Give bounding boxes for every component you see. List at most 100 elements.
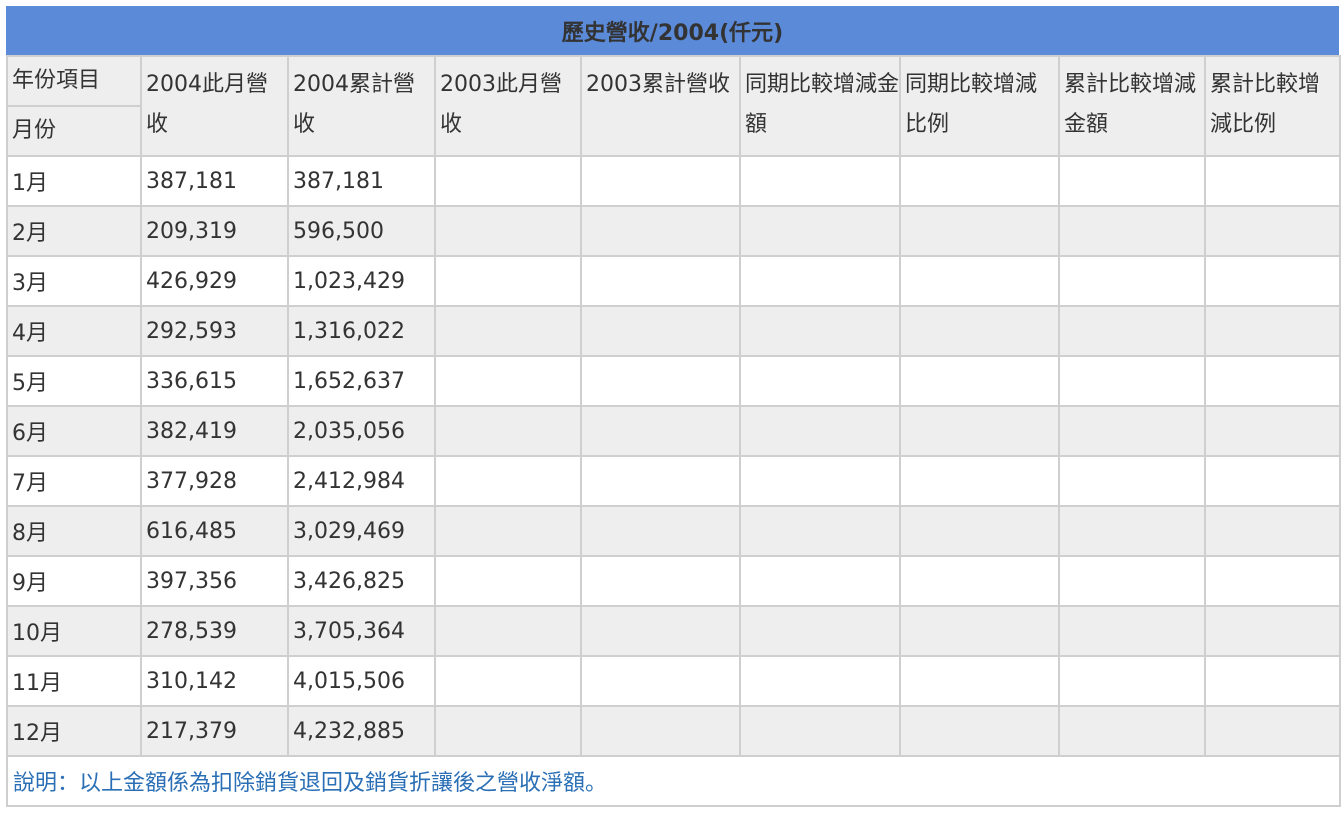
cell-cum-amount [1058, 655, 1206, 707]
cell-cum-amount [1058, 705, 1206, 757]
cell-cum-2004: 4,232,885 [287, 705, 436, 757]
cell-cum-ratio [1204, 455, 1341, 507]
cell-month: 6月 [6, 405, 142, 457]
cell-yoy-ratio [899, 555, 1060, 607]
cell-cum-2003 [580, 555, 741, 607]
table-row: 4月 292,593 1,316,022 [6, 305, 1341, 357]
cell-rev-2004: 426,929 [140, 255, 289, 307]
cell-cum-ratio [1204, 305, 1341, 357]
cell-rev-2004: 217,379 [140, 705, 289, 757]
cell-yoy-ratio [899, 305, 1060, 357]
cell-yoy-ratio [899, 405, 1060, 457]
cell-rev-2003 [434, 255, 582, 307]
cell-rev-2004: 336,615 [140, 355, 289, 407]
table-row: 10月 278,539 3,705,364 [6, 605, 1341, 657]
cell-cum-amount [1058, 205, 1206, 257]
cell-cum-2004: 3,705,364 [287, 605, 436, 657]
corner-header: 年份項目 月份 [6, 55, 142, 157]
revenue-history-panel: 歷史營收/2004(仟元) 年份項目 月份 2004此月營收 2004累計營收 … [6, 6, 1341, 807]
cell-cum-2003 [580, 655, 741, 707]
cell-rev-2004: 310,142 [140, 655, 289, 707]
cell-yoy-ratio [899, 455, 1060, 507]
cell-cum-2003 [580, 455, 741, 507]
col-header-rev-2004: 2004此月營收 [140, 55, 289, 157]
cell-rev-2004: 397,356 [140, 555, 289, 607]
cell-yoy-ratio [899, 255, 1060, 307]
cell-yoy-amount [739, 605, 901, 657]
cell-cum-2003 [580, 605, 741, 657]
cell-cum-2004: 3,426,825 [287, 555, 436, 607]
col-header-cum-amount: 累計比較增減金額 [1058, 55, 1206, 157]
table-row: 8月 616,485 3,029,469 [6, 505, 1341, 557]
cell-rev-2003 [434, 555, 582, 607]
cell-rev-2004: 292,593 [140, 305, 289, 357]
cell-yoy-amount [739, 505, 901, 557]
cell-rev-2004: 616,485 [140, 505, 289, 557]
table-row: 11月 310,142 4,015,506 [6, 655, 1341, 707]
footnote-row: 說明：以上金額係為扣除銷貨退回及銷貨折讓後之營收淨額。 [6, 755, 1341, 807]
cell-cum-2004: 387,181 [287, 155, 436, 207]
table-row: 5月 336,615 1,652,637 [6, 355, 1341, 407]
cell-yoy-ratio [899, 505, 1060, 557]
cell-cum-amount [1058, 405, 1206, 457]
cell-rev-2003 [434, 505, 582, 557]
cell-cum-2004: 596,500 [287, 205, 436, 257]
cell-rev-2003 [434, 305, 582, 357]
cell-month: 11月 [6, 655, 142, 707]
header-row: 年份項目 月份 2004此月營收 2004累計營收 2003此月營收 2003累… [6, 55, 1341, 157]
cell-cum-2003 [580, 205, 741, 257]
cell-cum-2003 [580, 355, 741, 407]
cell-rev-2004: 377,928 [140, 455, 289, 507]
cell-yoy-amount [739, 455, 901, 507]
cell-cum-2003 [580, 705, 741, 757]
cell-cum-amount [1058, 605, 1206, 657]
cell-cum-ratio [1204, 405, 1341, 457]
revenue-table: 年份項目 月份 2004此月營收 2004累計營收 2003此月營收 2003累… [6, 55, 1341, 807]
cell-cum-ratio [1204, 605, 1341, 657]
cell-cum-2004: 3,029,469 [287, 505, 436, 557]
cell-month: 10月 [6, 605, 142, 657]
cell-yoy-ratio [899, 655, 1060, 707]
cell-cum-ratio [1204, 505, 1341, 557]
cell-cum-2003 [580, 305, 741, 357]
col-header-yoy-ratio: 同期比較增減比例 [899, 55, 1060, 157]
cell-cum-2004: 2,412,984 [287, 455, 436, 507]
col-header-yoy-amount: 同期比較增減金額 [739, 55, 901, 157]
col-header-cum-ratio: 累計比較增減比例 [1204, 55, 1341, 157]
table-row: 9月 397,356 3,426,825 [6, 555, 1341, 607]
cell-rev-2004: 209,319 [140, 205, 289, 257]
cell-month: 9月 [6, 555, 142, 607]
cell-yoy-amount [739, 555, 901, 607]
cell-cum-2003 [580, 405, 741, 457]
cell-month: 1月 [6, 155, 142, 207]
cell-cum-2004: 2,035,056 [287, 405, 436, 457]
cell-cum-amount [1058, 505, 1206, 557]
cell-cum-2004: 4,015,506 [287, 655, 436, 707]
cell-cum-ratio [1204, 705, 1341, 757]
cell-yoy-ratio [899, 355, 1060, 407]
cell-month: 4月 [6, 305, 142, 357]
cell-rev-2003 [434, 655, 582, 707]
cell-rev-2003 [434, 405, 582, 457]
cell-yoy-ratio [899, 705, 1060, 757]
table-title: 歷史營收/2004(仟元) [6, 6, 1339, 55]
cell-rev-2003 [434, 605, 582, 657]
cell-yoy-ratio [899, 605, 1060, 657]
cell-rev-2003 [434, 455, 582, 507]
cell-cum-ratio [1204, 155, 1341, 207]
cell-cum-amount [1058, 455, 1206, 507]
cell-cum-amount [1058, 255, 1206, 307]
cell-cum-2004: 1,652,637 [287, 355, 436, 407]
cell-yoy-amount [739, 155, 901, 207]
table-body: 1月 387,181 387,181 2月 209,319 596,500 3月 426,92… [6, 155, 1341, 757]
cell-cum-amount [1058, 305, 1206, 357]
cell-month: 5月 [6, 355, 142, 407]
cell-rev-2004: 382,419 [140, 405, 289, 457]
cell-month: 7月 [6, 455, 142, 507]
cell-yoy-amount [739, 305, 901, 357]
cell-cum-amount [1058, 355, 1206, 407]
cell-cum-ratio [1204, 655, 1341, 707]
corner-header-year-item: 年份項目 [8, 57, 140, 107]
cell-yoy-ratio [899, 205, 1060, 257]
cell-yoy-amount [739, 255, 901, 307]
